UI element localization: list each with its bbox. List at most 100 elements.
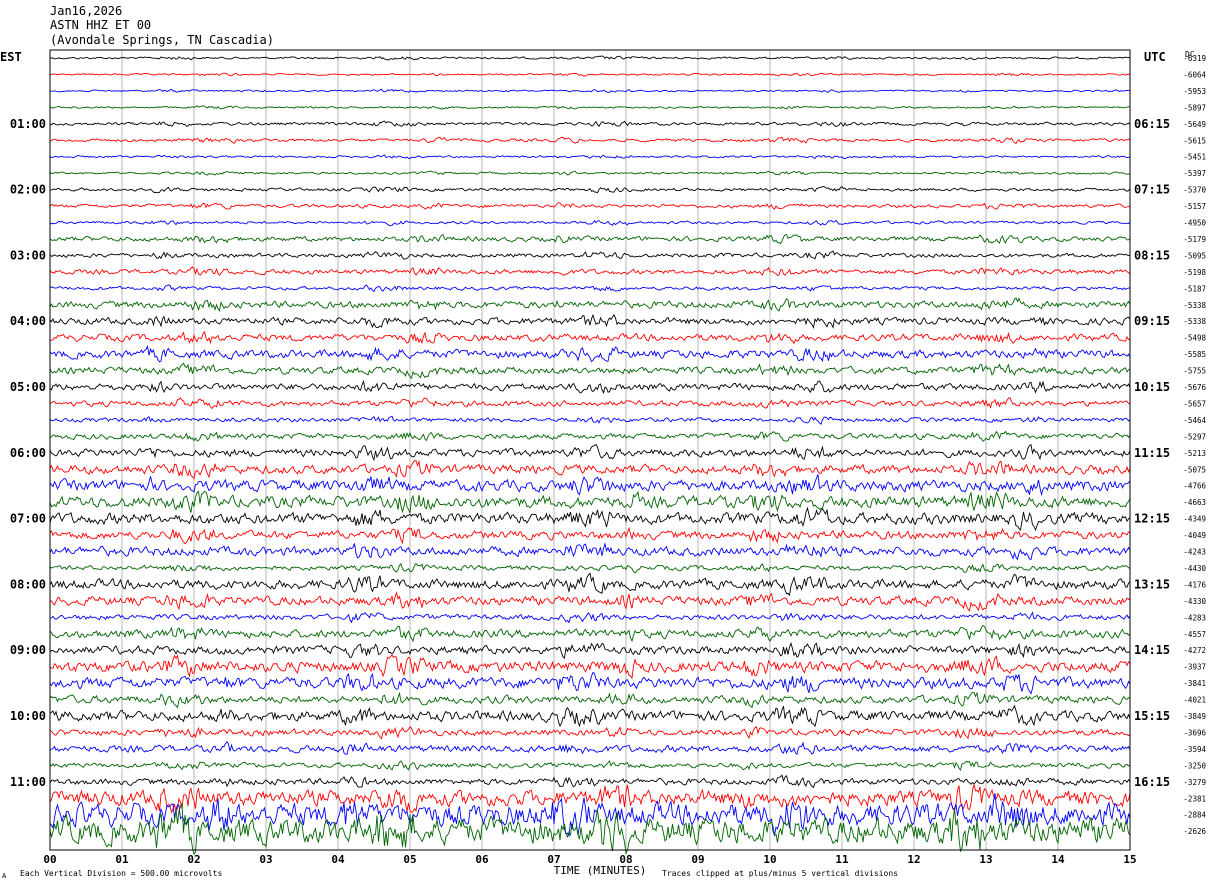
axis-labels: 00 01 02 03 04 05 06 07 08 09 10 11 12 13 14 1501:0002:…: [10, 54, 1207, 866]
seismic-trace-9: [49, 185, 1131, 194]
est-hour-label: 02:00: [10, 183, 46, 197]
est-hour-label: 01:00: [10, 117, 46, 131]
dc-offset-label: -5953: [1183, 87, 1206, 96]
x-tick-label: 03: [259, 853, 272, 866]
seismic-trace-34: [49, 591, 1131, 612]
utc-hour-label: 11:15: [1134, 446, 1170, 460]
seismic-trace-36: [49, 624, 1131, 643]
seismic-trace-23: [49, 415, 1131, 425]
seismic-trace-37: [49, 641, 1131, 659]
utc-hour-label: 06:15: [1134, 117, 1170, 131]
dc-offset-label: -3279: [1183, 778, 1206, 787]
seismic-trace-38: [49, 654, 1131, 680]
footer-left-note: Each Vertical Division = 500.00 microvol…: [20, 869, 222, 878]
dc-offset-label: -5657: [1183, 399, 1206, 408]
seismic-trace-24: [49, 430, 1131, 442]
seismic-trace-40: [49, 691, 1131, 709]
dc-offset-label: -5297: [1183, 432, 1206, 441]
seismogram-plot: 00 01 02 03 04 05 06 07 08 09 10 11 12 13 14 1501:0002:…: [0, 49, 1207, 880]
seismic-trace-13: [49, 250, 1131, 260]
utc-hour-label: 15:15: [1134, 709, 1170, 723]
seismic-trace-11: [49, 219, 1131, 227]
dc-offset-label: -5897: [1183, 103, 1206, 112]
dc-offset-label: -5213: [1183, 449, 1206, 458]
dc-offset-label: -4049: [1183, 531, 1206, 540]
dc-offset-label: -3250: [1183, 761, 1206, 770]
x-tick-label: 09: [691, 853, 704, 866]
seismic-trace-35: [49, 611, 1131, 624]
est-hour-label: 05:00: [10, 380, 46, 394]
dc-offset-label: -5464: [1183, 416, 1206, 425]
est-axis-label: EST: [0, 50, 22, 64]
dc-offset-label: -4950: [1183, 219, 1206, 228]
x-tick-label: 14: [1051, 853, 1065, 866]
x-tick-label: 02: [187, 853, 200, 866]
seismic-trace-33: [49, 572, 1131, 597]
est-hour-label: 10:00: [10, 709, 46, 723]
seismic-trace-10: [49, 202, 1131, 210]
x-tick-label: 15: [1123, 853, 1136, 866]
utc-hour-label: 14:15: [1134, 643, 1170, 657]
dc-offset-label: -4430: [1183, 564, 1206, 573]
est-hour-label: 06:00: [10, 446, 46, 460]
dc-offset-label: -4349: [1183, 515, 1206, 524]
dc-offset-label: -5179: [1183, 235, 1206, 244]
dc-offset-label: -5198: [1183, 268, 1206, 277]
dc-offset-label: -5451: [1183, 153, 1206, 162]
seismic-trace-8: [49, 170, 1131, 176]
seismic-trace-12: [49, 233, 1131, 245]
est-hour-label: 08:00: [10, 577, 46, 591]
seismic-trace-31: [49, 542, 1131, 561]
seismic-trace-19: [49, 344, 1131, 363]
utc-hour-label: 13:15: [1134, 577, 1170, 591]
seismic-trace-3: [49, 88, 1131, 93]
dc-offset-label: -5676: [1183, 383, 1206, 392]
est-hour-label: 03:00: [10, 248, 46, 262]
seismogram-traces: [49, 55, 1131, 856]
seismic-trace-32: [49, 562, 1131, 574]
seismic-trace-20: [49, 362, 1131, 380]
seismic-trace-39: [49, 671, 1131, 695]
dc-offset-label: -4283: [1183, 613, 1206, 622]
dc-offset-label: -5755: [1183, 367, 1206, 376]
dc-offset-label: -4766: [1183, 482, 1206, 491]
x-tick-label: 12: [907, 853, 920, 866]
x-tick-label: 00: [43, 853, 56, 866]
dc-offset-label: -3849: [1183, 712, 1206, 721]
seismic-trace-48: [49, 803, 1131, 856]
seismic-trace-29: [49, 506, 1131, 532]
dc-offset-label: -4557: [1183, 630, 1206, 639]
corner-mark: A: [2, 872, 7, 880]
utc-hour-label: 12:15: [1134, 512, 1170, 526]
seismic-trace-16: [49, 297, 1131, 312]
dc-offset-label: -3696: [1183, 728, 1206, 737]
dc-offset-label: -2884: [1183, 811, 1206, 820]
dc-offset-label: -3841: [1183, 679, 1206, 688]
est-hour-label: 04:00: [10, 314, 46, 328]
seismic-trace-15: [49, 284, 1131, 293]
dc-offset-label: -6064: [1183, 70, 1206, 79]
seismic-trace-46: [49, 782, 1131, 814]
utc-hour-label: 09:15: [1134, 314, 1170, 328]
seismic-trace-14: [49, 266, 1131, 277]
utc-hour-label: 16:15: [1134, 775, 1170, 789]
dc-offset-label: -5370: [1183, 186, 1206, 195]
x-tick-label: 04: [331, 853, 345, 866]
dc-offset-label: -4176: [1183, 580, 1206, 589]
x-axis-title: TIME (MINUTES): [554, 864, 647, 877]
dc-offset-label: -5585: [1183, 350, 1206, 359]
seismic-trace-17: [49, 313, 1131, 330]
seismic-trace-25: [49, 443, 1131, 462]
est-hour-label: 09:00: [10, 643, 46, 657]
dc-offset-label: -5615: [1183, 136, 1206, 145]
seismic-trace-5: [49, 120, 1131, 128]
dc-offset-label: -5498: [1183, 334, 1206, 343]
x-tick-label: 06: [475, 853, 489, 866]
dc-offset-label: -3937: [1183, 663, 1206, 672]
seismic-trace-41: [49, 704, 1131, 728]
seismic-trace-26: [49, 459, 1131, 480]
dc-offset-label: -3594: [1183, 745, 1206, 754]
seismic-trace-7: [49, 154, 1131, 160]
dc-offset-label: -5157: [1183, 202, 1206, 211]
seismic-trace-18: [49, 330, 1131, 345]
